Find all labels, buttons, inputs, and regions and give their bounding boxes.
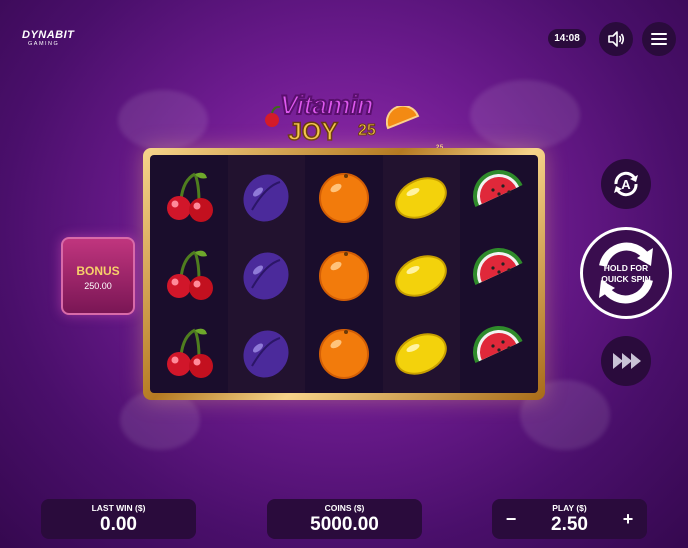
- plum-icon: [228, 157, 305, 235]
- bonus-label: BONUS: [76, 264, 120, 278]
- cherry-icon: [150, 157, 227, 235]
- reel-1: [150, 155, 227, 393]
- brand-subtitle: GAMING: [28, 41, 60, 47]
- turbo-button[interactable]: [601, 336, 651, 386]
- clock: 14:08: [548, 29, 586, 48]
- reel-2: [227, 155, 305, 393]
- spin-button[interactable]: HOLD FOR QUICK SPIN: [580, 227, 672, 319]
- cherry-icon: [150, 313, 227, 391]
- brand-logo: DYNABIT GAMING: [22, 30, 74, 48]
- watermelon-icon: [460, 313, 537, 391]
- coins-panel: COINS ($) 5000.00: [267, 499, 422, 539]
- bet-decrease-button[interactable]: −: [494, 499, 528, 539]
- logo-line-1: Vitamin: [279, 89, 375, 121]
- sound-button[interactable]: [599, 22, 633, 56]
- logo-line-2: JOY: [287, 117, 339, 147]
- turbo-icon: [613, 353, 641, 369]
- cherry-icon: [150, 235, 227, 313]
- orange-icon: [305, 313, 382, 391]
- last-win-value: 0.00: [100, 514, 137, 535]
- reel-5: [460, 155, 537, 393]
- play-panel: − PLAY ($) 2.50 +: [492, 499, 647, 539]
- spin-label-line-1: HOLD FOR: [603, 263, 649, 273]
- coins-value: 5000.00: [310, 514, 379, 535]
- watermelon-icon: [460, 235, 537, 313]
- watermelon-icon: [460, 157, 537, 235]
- bonus-button[interactable]: BONUS 250.00: [61, 237, 135, 315]
- last-win-label: LAST WIN ($): [91, 503, 146, 513]
- menu-button[interactable]: [642, 22, 676, 56]
- bet-increase-button[interactable]: +: [611, 499, 645, 539]
- reel-area[interactable]: [150, 155, 538, 393]
- background-splash: [470, 80, 580, 150]
- menu-icon: [651, 33, 667, 45]
- plum-icon: [228, 313, 305, 391]
- lemon-icon: [383, 157, 460, 235]
- autoplay-icon: A: [614, 171, 638, 197]
- last-win-panel: LAST WIN ($) 0.00: [41, 499, 196, 539]
- reel-3: [305, 155, 382, 393]
- game-logo: Vitamin JOY 25 25 LINES: [262, 88, 456, 157]
- orange-icon: [305, 235, 382, 313]
- logo-number: 25: [358, 122, 377, 140]
- spin-label: HOLD FOR QUICK SPIN: [583, 263, 669, 285]
- svg-text:A: A: [621, 177, 631, 192]
- autoplay-button[interactable]: A: [601, 159, 651, 209]
- background-splash: [118, 90, 208, 150]
- lemon-icon: [383, 313, 460, 391]
- orange-slice-logo-icon: [386, 106, 420, 130]
- orange-icon: [305, 157, 382, 235]
- spin-label-line-2: QUICK SPIN: [601, 274, 651, 284]
- bonus-value: 250.00: [84, 281, 112, 291]
- speaker-icon: [608, 31, 625, 47]
- brand-name: DYNABIT: [22, 29, 75, 41]
- coins-label: COINS ($): [324, 503, 365, 513]
- plum-icon: [228, 235, 305, 313]
- lemon-icon: [383, 235, 460, 313]
- reel-4: [382, 155, 460, 393]
